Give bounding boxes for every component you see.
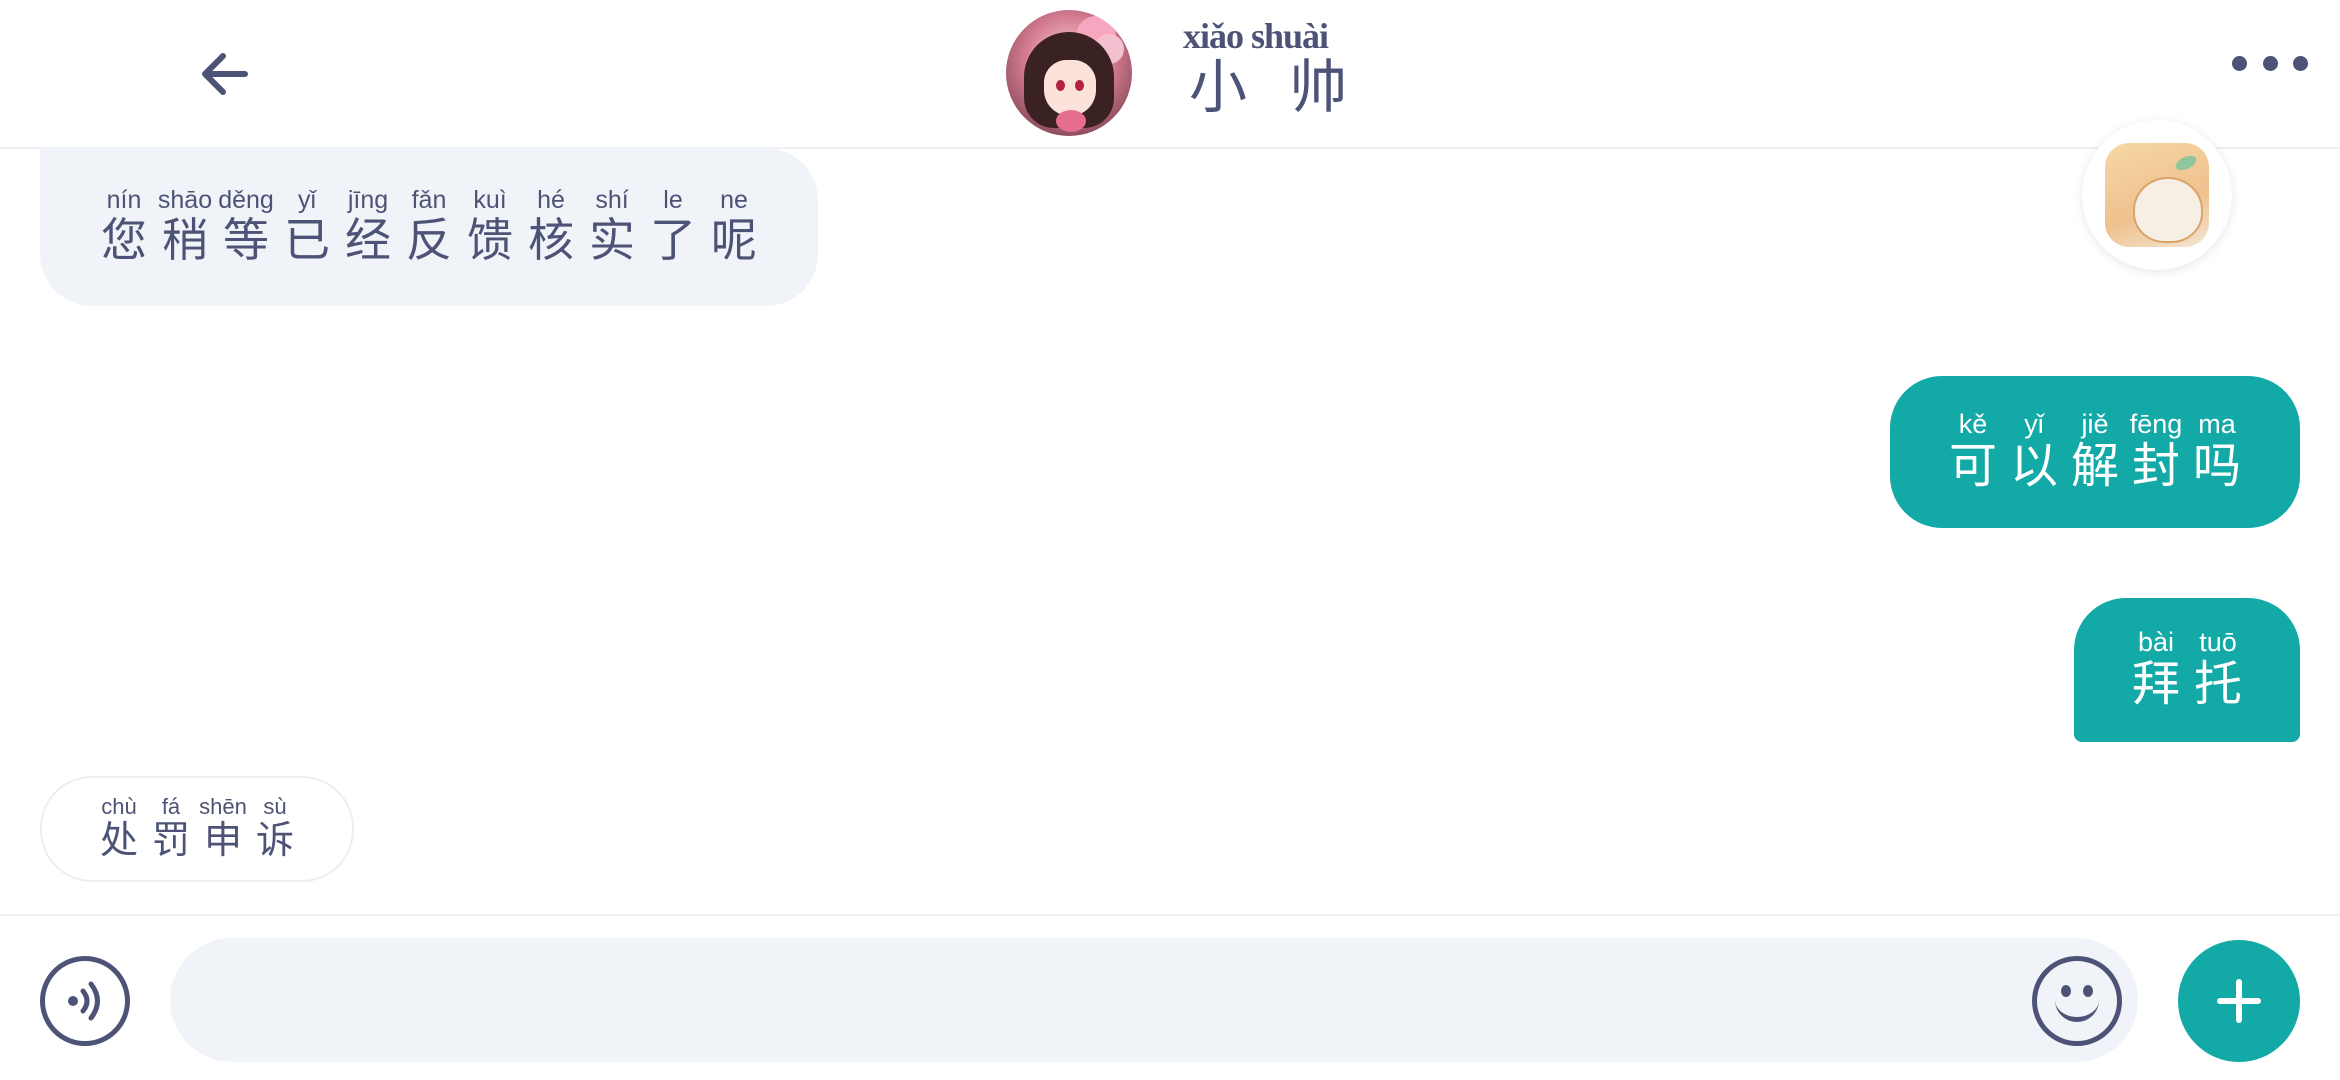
arrow-left-icon — [202, 53, 248, 95]
syllable: kuì 馈 — [463, 188, 518, 266]
syllable: jiě 解 — [2068, 411, 2123, 493]
syllable: tuō 托 — [2190, 629, 2246, 711]
syllable-pinyin: sù — [263, 794, 287, 820]
syllable-pinyin: jiě — [2081, 409, 2109, 440]
syllable-hanzi: 已 — [284, 213, 330, 268]
syllable: shí 实 — [585, 188, 640, 266]
syllable: kě 可 — [1946, 411, 2001, 493]
syllable: nín 您 — [97, 188, 152, 266]
syllable: děng 等 — [218, 186, 274, 268]
syllable-hanzi: 可 — [1948, 438, 1997, 495]
syllable: sù 诉 — [252, 796, 298, 862]
voice-wave-icon — [68, 981, 100, 1021]
contact-name[interactable]: xiǎo shuài 小 帅 — [1183, 18, 1359, 121]
syllable-hanzi: 处 — [99, 818, 138, 863]
syllable-pinyin: jīng — [347, 186, 389, 215]
syllable-pinyin: děng — [218, 186, 274, 215]
syllable-hanzi: 托 — [2193, 656, 2242, 713]
more-options-button[interactable] — [2232, 56, 2308, 71]
syllable: fǎn 反 — [402, 188, 457, 266]
syllable-pinyin: fǎn — [411, 186, 447, 215]
syllable-hanzi: 稍 — [162, 213, 208, 268]
syllable-hanzi: 反 — [406, 213, 452, 268]
message-bubble-incoming[interactable]: nín 您 shāo 稍 děng 等 yǐ 已 jīng 经 fǎn 反 kuì 馈 hé 核 shí 实 le 了… — [40, 148, 818, 306]
message-bubble-outgoing[interactable]: bài 拜 tuō 托 — [2074, 598, 2300, 742]
syllable-hanzi: 核 — [528, 213, 574, 268]
contact-name-hanzi: 小 帅 — [1189, 53, 1360, 121]
syllable: fēng 封 — [2129, 411, 2184, 493]
syllable-pinyin: le — [663, 186, 683, 215]
syllable-hanzi: 经 — [345, 213, 391, 268]
composer-bar — [0, 914, 2340, 1080]
syllable-pinyin: tuō — [2199, 627, 2237, 658]
floating-sticker-button[interactable] — [2082, 120, 2232, 270]
tiger-sticker-icon — [2105, 143, 2209, 247]
syllable-hanzi: 吗 — [2192, 438, 2241, 495]
syllable-pinyin: shí — [595, 186, 629, 215]
syllable-pinyin: ma — [2198, 409, 2236, 440]
syllable: jīng 经 — [341, 188, 396, 266]
syllable-pinyin: hé — [537, 186, 565, 215]
voice-input-button[interactable] — [40, 956, 130, 1046]
syllable-hanzi: 解 — [2070, 438, 2119, 495]
syllable-pinyin: kuì — [473, 186, 507, 215]
emoji-button[interactable] — [2032, 956, 2122, 1046]
message-text: nín 您 shāo 稍 děng 等 yǐ 已 jīng 经 fǎn 反 kuì 馈 hé 核 shí 实 le 了… — [94, 188, 765, 266]
syllable: hé 核 — [524, 188, 579, 266]
message-text: kě 可 yǐ 以 jiě 解 fēng 封 ma 吗 — [1943, 411, 2248, 493]
syllable: bài 拜 — [2128, 629, 2184, 711]
message-bubble-outgoing[interactable]: kě 可 yǐ 以 jiě 解 fēng 封 ma 吗 — [1890, 376, 2300, 528]
contact-avatar[interactable] — [1006, 10, 1132, 136]
syllable: yǐ 以 — [2007, 411, 2062, 493]
syllable: le 了 — [646, 188, 701, 266]
syllable: fá 罚 — [148, 796, 194, 862]
more-horizontal-icon — [2232, 56, 2247, 71]
syllable-pinyin: shāo — [157, 186, 213, 215]
syllable-hanzi: 馈 — [467, 213, 513, 268]
syllable-hanzi: 实 — [589, 213, 635, 268]
syllable: shēn 申 — [199, 794, 247, 863]
more-actions-button[interactable] — [2178, 940, 2300, 1062]
syllable-hanzi: 以 — [2009, 438, 2058, 495]
syllable: ma 吗 — [2190, 411, 2245, 493]
syllable-hanzi: 拜 — [2131, 656, 2180, 713]
quick-reply-penalty-appeal[interactable]: chù 处 fá 罚 shēn 申 sù 诉 — [40, 776, 354, 882]
syllable: yǐ 已 — [280, 188, 335, 266]
syllable-hanzi: 呢 — [711, 213, 757, 268]
syllable: shāo 稍 — [158, 188, 213, 266]
syllable-pinyin: chù — [101, 794, 137, 820]
syllable-hanzi: 了 — [650, 213, 696, 268]
syllable-pinyin: kě — [1958, 409, 1988, 440]
message-text: bài 拜 tuō 托 — [2125, 629, 2249, 711]
syllable-pinyin: yǐ — [297, 186, 317, 215]
syllable-hanzi: 罚 — [151, 818, 190, 863]
syllable-pinyin: yǐ — [2024, 409, 2044, 440]
message-input[interactable] — [170, 938, 2138, 1062]
chat-header: xiǎo shuài 小 帅 — [0, 0, 2340, 149]
syllable-pinyin: fēng — [2129, 409, 2183, 440]
syllable-pinyin: shēn — [199, 794, 247, 820]
quick-reply-text: chù 处 fá 罚 shēn 申 sù 诉 — [93, 796, 301, 862]
contact-name-pinyin: xiǎo shuài — [1183, 16, 1329, 56]
syllable-pinyin: ne — [720, 186, 748, 215]
chat-screen: xiǎo shuài 小 帅 nín 您 shāo 稍 děng 等 yǐ 已 jīng 经 fǎn… — [0, 0, 2340, 1080]
syllable-hanzi: 申 — [203, 818, 242, 863]
syllable: chù 处 — [96, 796, 142, 862]
syllable-hanzi: 封 — [2131, 438, 2180, 495]
syllable-hanzi: 等 — [223, 213, 269, 268]
syllable-hanzi: 诉 — [255, 818, 294, 863]
back-button[interactable] — [188, 40, 262, 108]
syllable-pinyin: fá — [161, 794, 181, 820]
syllable-pinyin: bài — [2137, 627, 2175, 658]
syllable-hanzi: 您 — [101, 213, 147, 268]
syllable-pinyin: nín — [106, 186, 142, 215]
syllable: ne 呢 — [707, 188, 762, 266]
